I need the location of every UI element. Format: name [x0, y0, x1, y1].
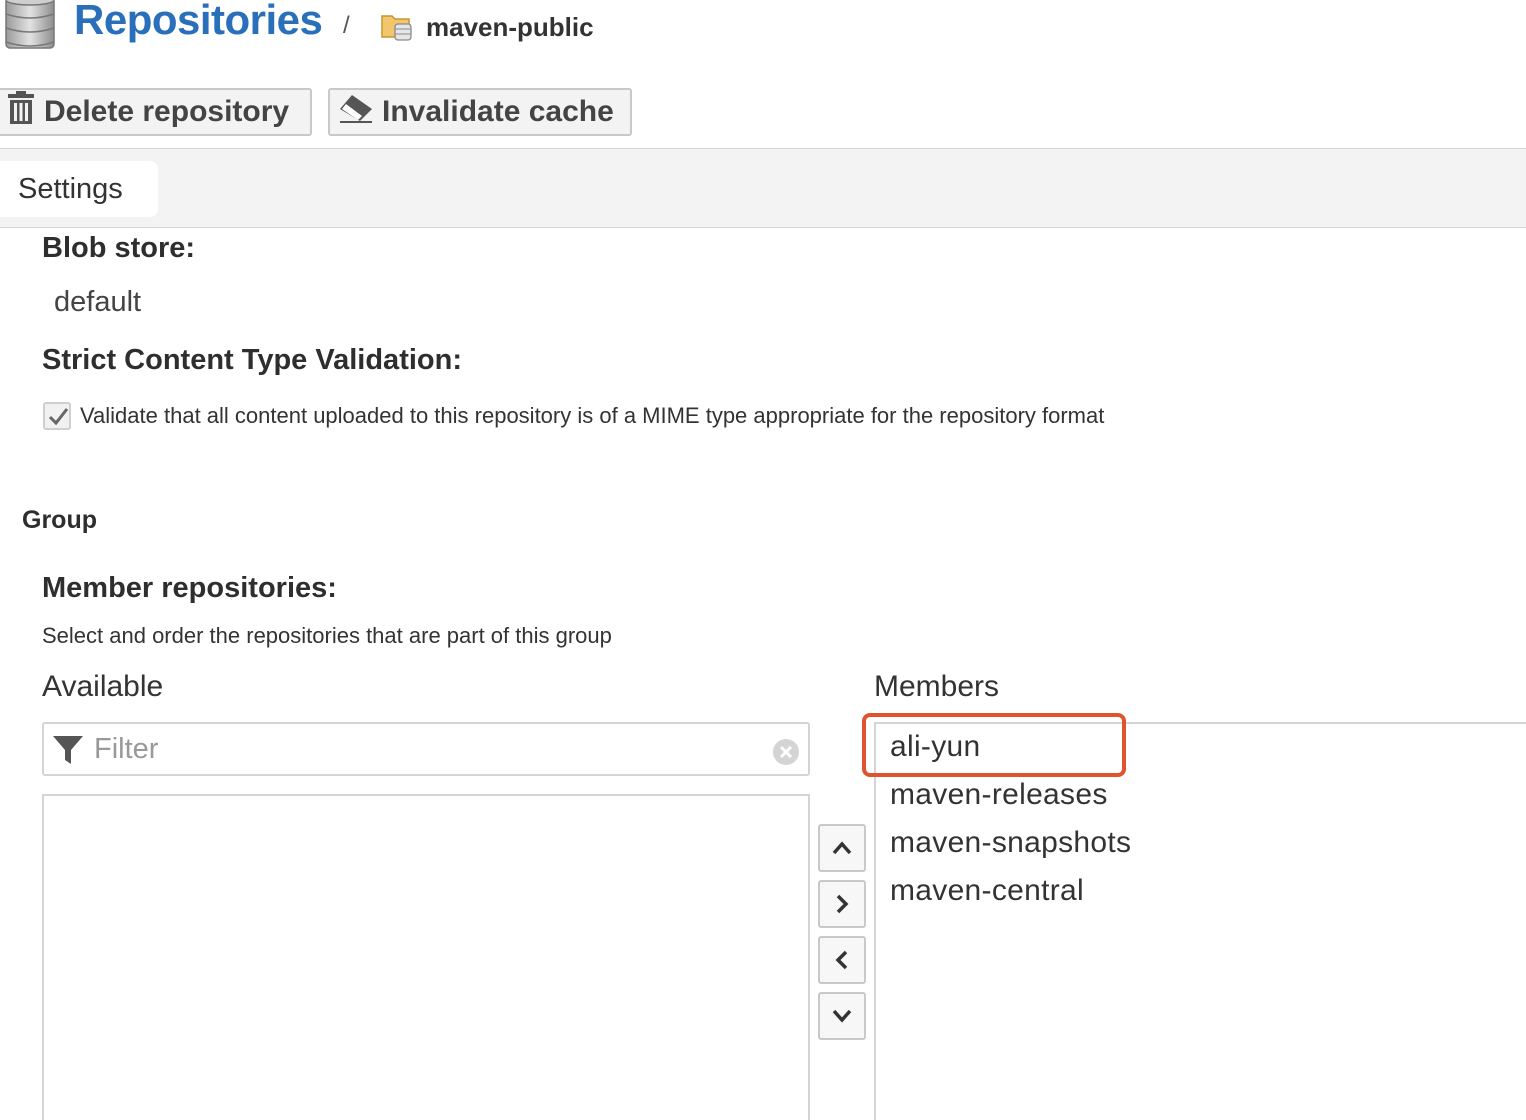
member-repositories-label: Member repositories:	[42, 572, 337, 604]
chevron-up-icon	[832, 841, 852, 855]
chevron-down-icon	[832, 1009, 852, 1023]
blob-store-value: default	[54, 286, 142, 318]
member-highlight-box	[862, 713, 1126, 777]
available-list[interactable]	[42, 794, 810, 1120]
clear-filter-icon[interactable]	[772, 738, 800, 771]
member-item[interactable]: maven-snapshots	[890, 826, 1131, 860]
strict-validation-checkbox[interactable]	[43, 402, 71, 430]
available-title: Available	[42, 670, 164, 703]
filter-icon	[52, 734, 84, 771]
group-section-heading: Group	[22, 506, 97, 534]
folder-repo-icon	[381, 10, 415, 47]
eraser-icon	[338, 93, 374, 131]
remove-from-members-button[interactable]	[818, 936, 866, 984]
move-down-button[interactable]	[818, 992, 866, 1040]
tab-strip: Settings	[0, 148, 1526, 228]
database-icon	[4, 0, 58, 59]
breadcrumb-separator: /	[343, 12, 350, 39]
breadcrumb-repositories-link[interactable]: Repositories	[74, 0, 323, 44]
members-title: Members	[874, 670, 1000, 703]
breadcrumb-current: maven-public	[426, 12, 594, 42]
chevron-right-icon	[836, 894, 849, 914]
page-header: Repositories / maven-public	[0, 0, 1526, 60]
available-filter	[42, 722, 810, 776]
member-repositories-description: Select and order the repositories that a…	[42, 623, 612, 648]
trash-icon	[6, 91, 36, 133]
move-up-button[interactable]	[818, 824, 866, 872]
strict-validation-description: Validate that all content uploaded to th…	[80, 403, 1105, 428]
tab-settings[interactable]: Settings	[0, 161, 158, 217]
chevron-left-icon	[835, 950, 848, 970]
invalidate-cache-button[interactable]: Invalidate cache	[328, 88, 632, 136]
delete-repository-button[interactable]: Delete repository	[0, 88, 312, 136]
delete-repository-label: Delete repository	[44, 95, 290, 128]
strict-validation-label: Strict Content Type Validation:	[42, 344, 462, 376]
member-item[interactable]: maven-central	[890, 874, 1084, 908]
invalidate-cache-label: Invalidate cache	[382, 95, 614, 128]
member-item[interactable]: maven-releases	[890, 778, 1108, 812]
blob-store-label: Blob store:	[42, 232, 196, 264]
checkmark-icon	[48, 408, 69, 426]
filter-input[interactable]	[94, 730, 754, 768]
add-to-members-button[interactable]	[818, 880, 866, 928]
